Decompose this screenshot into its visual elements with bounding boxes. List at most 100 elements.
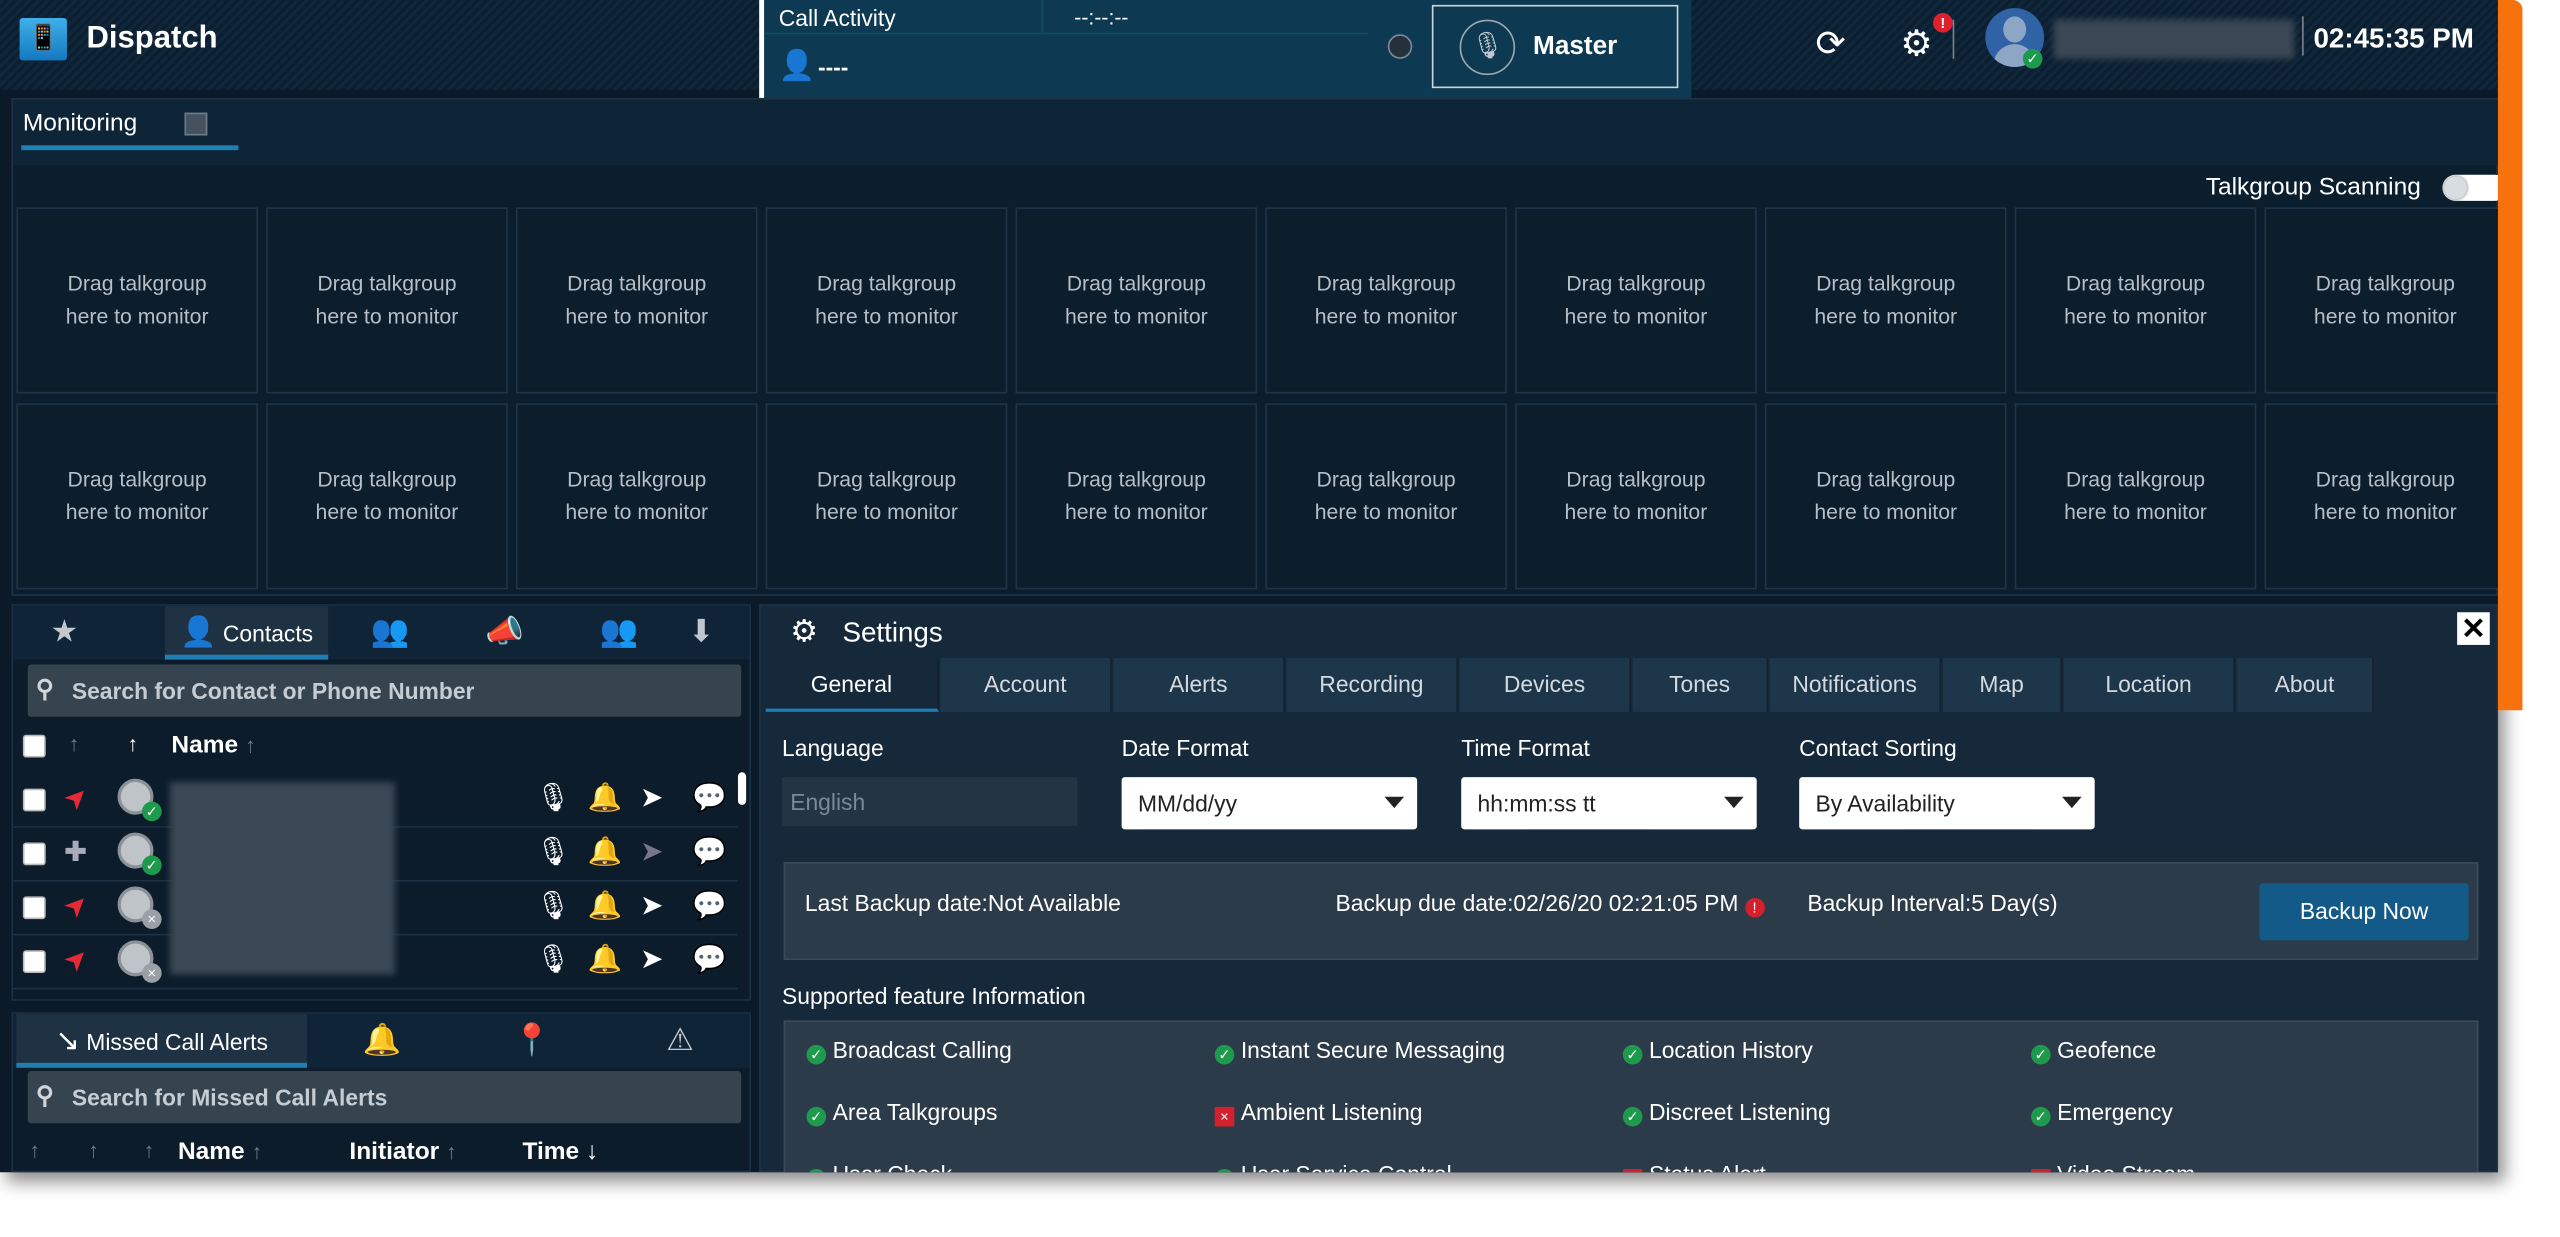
- feature-item: ×Status Alert: [1622, 1161, 1766, 1173]
- tab-monitoring[interactable]: Monitoring: [23, 109, 137, 137]
- monitor-slot[interactable]: Drag talkgroup here to monitor: [1265, 207, 1507, 394]
- monitor-slot[interactable]: Drag talkgroup here to monitor: [515, 403, 758, 590]
- monitor-slot[interactable]: Drag talkgroup here to monitor: [1515, 403, 1757, 590]
- tab-map[interactable]: Map: [1942, 657, 2063, 712]
- tab-groups[interactable]: 👥: [333, 606, 447, 660]
- locate-icon[interactable]: ➤: [640, 836, 663, 869]
- tab-tones[interactable]: Tones: [1632, 657, 1769, 712]
- date-format-select[interactable]: MM/dd/yy: [1121, 777, 1418, 830]
- bell-icon[interactable]: 🔔: [588, 890, 623, 923]
- tab-geofence[interactable]: 📍: [457, 1014, 607, 1068]
- monitor-slot[interactable]: Drag talkgroup here to monitor: [1015, 207, 1258, 394]
- tab-devices[interactable]: Devices: [1459, 657, 1632, 712]
- tab-contacts[interactable]: 👤 Contacts: [164, 605, 329, 660]
- gear-icon[interactable]: ⚙: [1900, 23, 1932, 65]
- microphone-icon[interactable]: 🎙: [536, 782, 571, 815]
- close-button[interactable]: ✕: [2457, 612, 2490, 645]
- message-icon[interactable]: 💬: [692, 782, 727, 815]
- monitor-slot[interactable]: Drag talkgroup here to monitor: [1515, 207, 1757, 394]
- talkgroup-scanning-label: Talkgroup Scanning: [2205, 173, 2421, 201]
- master-ptt-button[interactable]: 🎙 Master: [1431, 4, 1679, 89]
- monitor-slot[interactable]: Drag talkgroup here to monitor: [1764, 403, 2007, 590]
- row-checkbox[interactable]: [22, 896, 46, 920]
- check-icon: ✓: [1214, 1044, 1235, 1065]
- tab-about[interactable]: About: [2236, 657, 2374, 712]
- popout-icon[interactable]: [184, 112, 208, 136]
- person-icon: 👤: [778, 48, 816, 82]
- tab-general[interactable]: General: [765, 657, 939, 712]
- monitor-slot[interactable]: Drag talkgroup here to monitor: [515, 207, 758, 394]
- sort-arrow-icon[interactable]: ↑: [127, 731, 138, 755]
- clock: 02:45:35 PM: [2313, 22, 2474, 54]
- name-column-header[interactable]: Name ↑: [171, 731, 255, 759]
- warning-icon: ⚠: [666, 1023, 694, 1058]
- row-checkbox[interactable]: [22, 788, 46, 812]
- tab-notifications[interactable]: Notifications: [1769, 657, 1942, 712]
- monitor-slot[interactable]: Drag talkgroup here to monitor: [2014, 403, 2257, 590]
- monitor-slot[interactable]: Drag talkgroup here to monitor: [2264, 403, 2498, 590]
- tab-alerts[interactable]: 🔔: [307, 1014, 457, 1068]
- monitor-slot[interactable]: Drag talkgroup here to monitor: [1265, 403, 1507, 590]
- bell-icon[interactable]: 🔔: [588, 836, 623, 869]
- tab-broadcast-groups[interactable]: 📣: [447, 606, 561, 660]
- feature-item: ✓ Emergency: [2031, 1099, 2173, 1127]
- scrollbar[interactable]: [2497, 0, 2523, 711]
- message-icon[interactable]: 💬: [692, 890, 727, 923]
- monitor-slot[interactable]: Drag talkgroup here to monitor: [1015, 403, 1258, 590]
- contact-search-input[interactable]: ⚲ Search for Contact or Phone Number: [27, 664, 742, 717]
- scrollbar[interactable]: [737, 772, 747, 805]
- monitor-slot[interactable]: Drag talkgroup here to monitor: [765, 207, 1008, 394]
- call-timer: --:--:--: [1074, 4, 1129, 30]
- row-checkbox[interactable]: [22, 842, 46, 866]
- monitor-slot[interactable]: Drag talkgroup here to monitor: [2264, 207, 2498, 394]
- sort-arrow-icon[interactable]: ↑: [69, 731, 80, 755]
- locate-icon[interactable]: ➤: [640, 944, 663, 977]
- time-column-header[interactable]: Time ↓: [522, 1138, 598, 1166]
- feature-item: ✓ Broadcast Calling: [806, 1037, 1012, 1065]
- monitor-slot[interactable]: Drag talkgroup here to monitor: [266, 207, 508, 394]
- monitor-slot[interactable]: Drag talkgroup here to monitor: [2014, 207, 2257, 394]
- talkgroup-scanning-toggle[interactable]: [2442, 174, 2498, 201]
- row-checkbox[interactable]: [22, 950, 46, 974]
- tab-alerts[interactable]: Alerts: [1113, 657, 1285, 712]
- tab-missed-call-alerts[interactable]: ↘ Missed Call Alerts: [16, 1013, 307, 1068]
- contact-sorting-select[interactable]: By Availability: [1799, 777, 2095, 830]
- monitor-slot[interactable]: Drag talkgroup here to monitor: [266, 403, 508, 590]
- backup-now-button[interactable]: Backup Now: [2259, 883, 2469, 941]
- microphone-icon[interactable]: 🎙: [536, 836, 571, 869]
- microphone-icon[interactable]: 🎙: [536, 890, 571, 923]
- sort-arrow-icon[interactable]: ↑: [144, 1138, 155, 1162]
- check-icon: ✓: [1214, 1168, 1235, 1173]
- initiator-column-header[interactable]: Initiator ↑: [349, 1138, 456, 1166]
- radio-logo-icon: 📱: [19, 17, 67, 61]
- time-format-select[interactable]: hh:mm:ss tt: [1461, 777, 1757, 830]
- message-icon[interactable]: 💬: [692, 944, 727, 977]
- monitor-slot[interactable]: Drag talkgroup here to monitor: [16, 403, 258, 590]
- name-column-header[interactable]: Name ↑: [178, 1138, 262, 1166]
- tab-favorites[interactable]: ★: [13, 606, 116, 660]
- x-icon: ×: [1622, 1168, 1643, 1173]
- search-icon: ⚲: [35, 675, 54, 704]
- tab-location[interactable]: Location: [2063, 657, 2236, 712]
- dispatch-app: 📱 Dispatch ⟳ ⚙ ! ✓ 02:45:35 PM Call Acti…: [0, 0, 2498, 1173]
- search-placeholder: Search for Contact or Phone Number: [71, 677, 475, 704]
- tab-emergency[interactable]: ⚠: [607, 1014, 749, 1068]
- tab-recording[interactable]: Recording: [1286, 657, 1458, 712]
- monitor-slot[interactable]: Drag talkgroup here to monitor: [16, 207, 258, 394]
- tab-import-groups[interactable]: ⬇: [650, 606, 750, 660]
- bell-icon[interactable]: 🔔: [588, 944, 623, 977]
- sort-arrow-icon[interactable]: ↑: [29, 1138, 40, 1162]
- monitor-slot[interactable]: Drag talkgroup here to monitor: [1764, 207, 2007, 394]
- sort-arrow-icon[interactable]: ↑: [88, 1138, 99, 1162]
- tab-account[interactable]: Account: [940, 657, 1112, 712]
- locate-icon[interactable]: ➤: [640, 890, 663, 923]
- select-all-checkbox[interactable]: [22, 734, 46, 758]
- missed-call-search-input[interactable]: ⚲ Search for Missed Call Alerts: [27, 1071, 742, 1124]
- locate-icon[interactable]: ➤: [640, 782, 663, 815]
- microphone-icon[interactable]: 🎙: [536, 944, 571, 977]
- layout-reset-icon[interactable]: ⟳: [1816, 23, 1846, 65]
- monitor-slot[interactable]: Drag talkgroup here to monitor: [765, 403, 1008, 590]
- features-box: ✓ Broadcast Calling ✓ Instant Secure Messag…: [783, 1020, 2479, 1173]
- message-icon[interactable]: 💬: [692, 836, 727, 869]
- bell-icon[interactable]: 🔔: [588, 782, 623, 815]
